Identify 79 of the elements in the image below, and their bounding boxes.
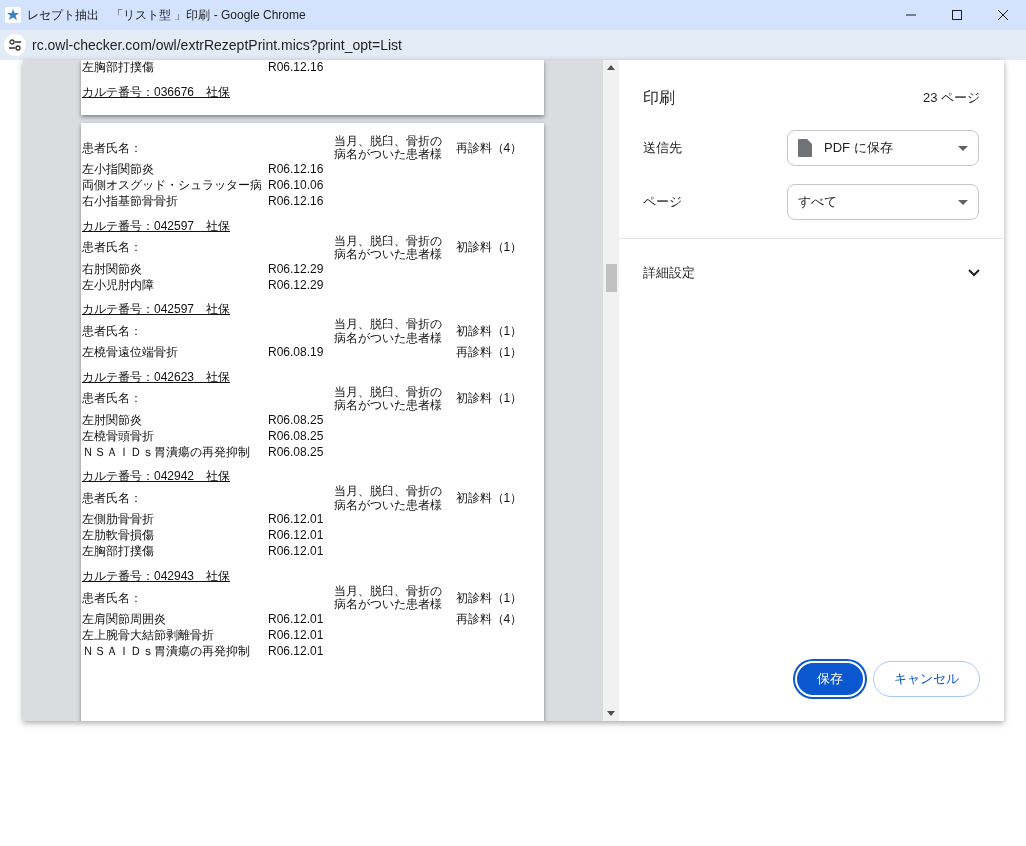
note-text: 当月、脱臼、骨折の病名がついた患者様 — [334, 585, 443, 612]
disease-name: 右肘関節炎 — [82, 262, 143, 276]
disease-name: 右小指基節骨骨折 — [82, 194, 179, 209]
scroll-up-icon[interactable] — [607, 65, 615, 70]
disease-name: 左小指関節炎 — [82, 162, 155, 177]
document-icon — [798, 139, 812, 157]
patient-name-label: 患者氏名： — [82, 492, 143, 506]
note-text: 当月、脱臼、骨折の病名がついた患者様 — [334, 135, 443, 162]
note-text: 当月、脱臼、骨折の病名がついた患者様 — [334, 234, 443, 262]
date-text: R06.08.25 — [268, 413, 325, 427]
more-settings-toggle[interactable]: 詳細設定 — [643, 263, 980, 283]
caret-icon — [958, 145, 968, 151]
date-text: R06.12.16 — [268, 162, 325, 177]
disease-name: 左肩関節周囲炎 — [82, 612, 167, 626]
fee-text: 再診料（1） — [455, 346, 523, 360]
date-text: R06.08.19 — [268, 346, 325, 360]
dropdown-field[interactable]: すべて — [787, 184, 979, 220]
fee-text: 初診料（1） — [455, 492, 523, 506]
date-text: R06.10.06 — [268, 178, 325, 193]
panel-title: 印刷 — [643, 88, 675, 108]
date-text: R06.12.01 — [268, 529, 325, 543]
note-text: 当月、脱臼、骨折の病名がついた患者様 — [334, 318, 443, 345]
setting-label: ページ — [643, 193, 683, 212]
window-title: レセプト抽出 「リスト型 」印刷 - Google Chrome — [27, 7, 307, 24]
disease-name: 左上腕骨大結節剥離骨折 — [82, 628, 215, 642]
disease-name: 両側オスグッド・シュラッター病 — [82, 178, 263, 193]
chart-number-heading: カルテ番号：042623 社保 — [82, 370, 231, 384]
fee-text: 初診料（1） — [455, 591, 523, 605]
date-text: R06.12.01 — [268, 612, 325, 626]
disease-name: 左小児肘内障 — [82, 278, 155, 292]
patient-name-label: 患者氏名： — [82, 392, 143, 406]
tune-icon — [9, 39, 21, 51]
disease-name: 左胸部打撲傷 — [82, 61, 155, 75]
patient-name-label: 患者氏名： — [82, 591, 143, 605]
fee-text: 初診料（1） — [455, 241, 523, 255]
site-info-button[interactable] — [4, 34, 26, 56]
disease-name: 左肘関節炎 — [82, 413, 143, 427]
date-text: R06.12.29 — [268, 262, 325, 276]
fee-text: 再診料（4） — [455, 141, 523, 155]
disease-name: 左胸部打撲傷 — [82, 545, 155, 559]
date-text: R06.12.16 — [268, 194, 325, 209]
date-text: R06.08.25 — [268, 429, 325, 443]
caret-icon — [958, 199, 968, 205]
disease-name: 左側肋骨骨折 — [82, 513, 155, 527]
note-text: 当月、脱臼、骨折の病名がついた患者様 — [334, 385, 443, 413]
setting-label: 送信先 — [643, 139, 683, 158]
page-count: 23 ページ — [922, 89, 980, 108]
date-text: R06.12.01 — [268, 513, 325, 527]
maximize-icon — [952, 10, 962, 20]
disease-name: 左橈骨頭骨折 — [82, 429, 155, 443]
dropdown-field[interactable]: PDF に保存 — [787, 130, 979, 166]
chart-number-heading: カルテ番号：036676 社保 — [82, 86, 231, 100]
date-text: R06.12.29 — [268, 278, 325, 292]
patient-name-label: 患者氏名： — [82, 324, 143, 339]
scroll-down-icon[interactable] — [607, 711, 615, 716]
save-button[interactable]: 保存 — [795, 661, 865, 697]
app-icon — [5, 7, 21, 23]
date-text: R06.12.01 — [268, 644, 325, 658]
chart-number-heading: カルテ番号：042943 社保 — [82, 569, 231, 583]
fee-text: 初診料（1） — [455, 392, 523, 406]
scrollbar-thumb[interactable] — [606, 264, 617, 292]
date-text: R06.12.01 — [268, 628, 325, 642]
cancel-button[interactable]: キャンセル — [873, 661, 980, 697]
patient-name-label: 患者氏名： — [82, 141, 143, 155]
fee-text: 初診料（1） — [455, 324, 523, 339]
close-icon — [998, 10, 1008, 20]
date-text: R06.08.25 — [268, 445, 325, 459]
disease-name: 左肋軟骨損傷 — [82, 529, 155, 543]
chart-number-heading: カルテ番号：042597 社保 — [82, 303, 231, 317]
disease-name: ＮＳＡＩＤｓ胃潰瘍の再発抑制 — [82, 445, 251, 459]
date-text: R06.12.01 — [268, 545, 325, 559]
disease-name: 左橈骨遠位端骨折 — [82, 346, 179, 360]
date-text: R06.12.16 — [268, 61, 325, 75]
chart-number-heading: カルテ番号：042942 社保 — [82, 470, 231, 484]
note-text: 当月、脱臼、骨折の病名がついた患者様 — [334, 485, 443, 512]
disease-name: ＮＳＡＩＤｓ胃潰瘍の再発抑制 — [82, 644, 251, 658]
fee-text: 再診料（4） — [455, 612, 523, 626]
chart-number-heading: カルテ番号：042597 社保 — [82, 219, 231, 233]
patient-name-label: 患者氏名： — [82, 241, 143, 255]
